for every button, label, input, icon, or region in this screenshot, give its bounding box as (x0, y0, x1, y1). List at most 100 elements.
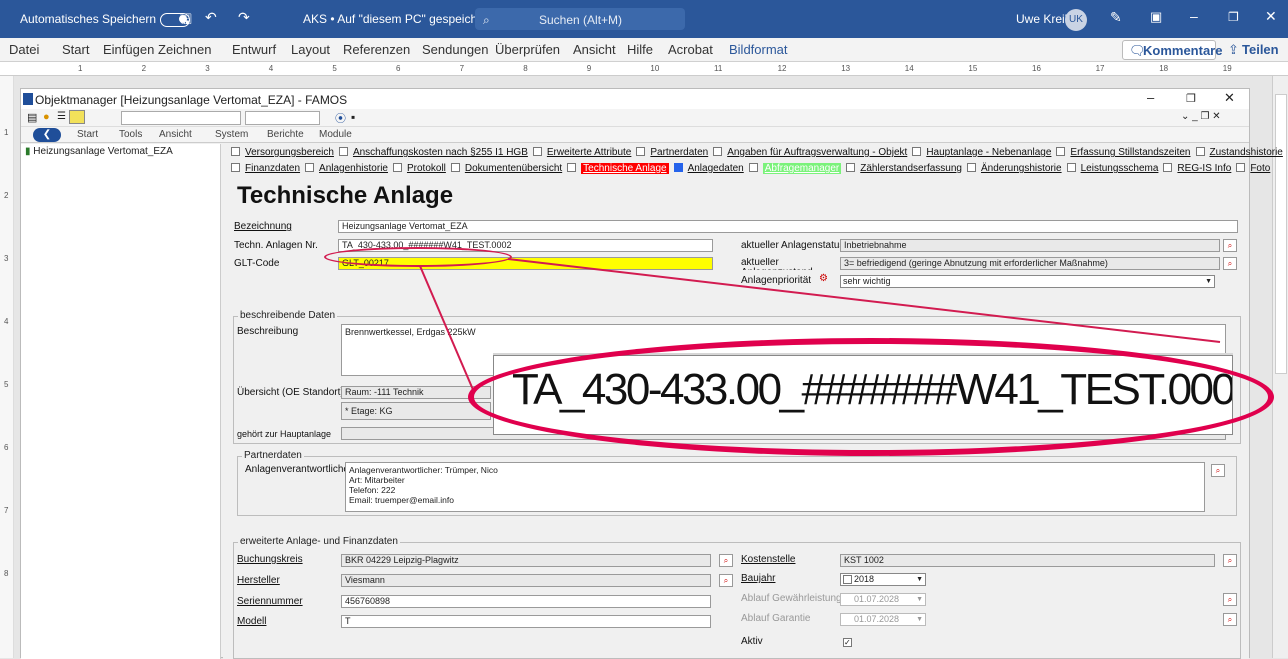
gewaehr-dropdown[interactable]: 01.07.2028 (840, 593, 926, 606)
tab-tabs_row1-4[interactable]: Angaben für Auftragsverwaltung - Objekt (713, 147, 907, 158)
famos-ribbon-tab-0[interactable]: Start (77, 129, 98, 140)
ribbon-display-icon[interactable]: ▣ (1150, 9, 1162, 25)
tab-tabs_row1-0[interactable]: Versorgungsbereich (231, 147, 334, 158)
tab-checkbox[interactable] (450, 163, 460, 172)
tab-tabs_row2-4[interactable]: Technische Anlage (567, 163, 669, 174)
tab-tabs_row2-7[interactable]: Zählerstandserfassung (846, 163, 962, 174)
tab-checkbox[interactable] (912, 147, 922, 156)
baujahr-dropdown[interactable]: 2018 (840, 573, 926, 586)
famos-save-icon[interactable]: ▪ (351, 110, 355, 124)
garantie-lookup-icon[interactable]: ⌕ (1223, 613, 1237, 626)
verantwortlicher-field[interactable]: Anlagenverantwortlicher: Trümper, Nico A… (345, 462, 1205, 512)
save-icon[interactable]: 🖫 (180, 9, 192, 33)
tab-tabs_row2-0[interactable]: Finanzdaten (231, 163, 300, 174)
menu-item-3[interactable]: Zeichnen (158, 42, 211, 57)
tab-tabs_row2-9[interactable]: Leistungsschema (1066, 163, 1158, 174)
menu-item-8[interactable]: Überprüfen (495, 42, 560, 57)
kostenstelle-field[interactable]: KST 1002 (840, 554, 1215, 567)
kostenstelle-lookup-icon[interactable]: ⌕ (1223, 554, 1237, 567)
tab-checkbox[interactable] (231, 163, 240, 172)
menu-item-1[interactable]: Start (62, 42, 89, 57)
tab-checkbox[interactable] (338, 147, 348, 156)
status-lookup-icon[interactable]: ⌕ (1223, 239, 1237, 252)
status-field[interactable]: Inbetriebnahme (840, 239, 1220, 252)
tab-tabs_row2-8[interactable]: Änderungshistorie (966, 163, 1062, 174)
famos-close-icon[interactable]: ✕ (1224, 90, 1235, 106)
hersteller-lookup-icon[interactable]: ⌕ (719, 574, 733, 587)
famos-ribbon-tab-4[interactable]: Berichte (267, 129, 304, 140)
tab-tabs_row2-6[interactable]: Abfragemanager (748, 163, 842, 174)
hersteller-field[interactable]: Viesmann (341, 574, 711, 587)
zustand-field[interactable]: 3= befriedigend (geringe Abnutzung mit e… (840, 257, 1220, 270)
user-name[interactable]: Uwe Kreil (1016, 12, 1067, 26)
search-box[interactable]: ⌕ Suchen (Alt+M) (475, 8, 685, 30)
tab-checkbox[interactable] (713, 147, 723, 156)
tab-checkbox[interactable] (1195, 147, 1205, 156)
famos-ribbon-tab-3[interactable]: System (215, 129, 248, 140)
tab-tabs_row1-5[interactable]: Hauptanlage - Nebenanlage (912, 147, 1051, 158)
garantie-dropdown[interactable]: 01.07.2028 (840, 613, 926, 626)
tab-checkbox[interactable] (305, 163, 315, 172)
menu-item-7[interactable]: Sendungen (422, 42, 489, 57)
famos-ribbon-tab-2[interactable]: Ansicht (159, 129, 192, 140)
tab-tabs_row1-3[interactable]: Partnerdaten (636, 147, 708, 158)
bezeichnung-field[interactable]: Heizungsanlage Vertomat_EZA (338, 220, 1238, 233)
tab-checkbox[interactable] (1066, 163, 1076, 172)
menu-item-2[interactable]: Einfügen (103, 42, 154, 57)
buchungskreis-field[interactable]: BKR 04229 Leipzig-Plagwitz (341, 554, 711, 567)
autosave-label[interactable]: Automatisches Speichern (20, 12, 191, 27)
tab-checkbox[interactable] (846, 163, 856, 172)
gewaehr-lookup-icon[interactable]: ⌕ (1223, 593, 1237, 606)
tab-checkbox[interactable] (1056, 147, 1066, 156)
tab-tabs_row2-2[interactable]: Protokoll (392, 163, 446, 174)
tab-checkbox[interactable] (567, 163, 577, 172)
famos-ribbon-tab-1[interactable]: Tools (119, 129, 142, 140)
menu-item-0[interactable]: Datei (9, 42, 39, 57)
back-icon[interactable]: ❮ (33, 128, 61, 142)
tab-tabs_row2-1[interactable]: Anlagenhistorie (305, 163, 388, 174)
tab-checkbox[interactable] (1163, 163, 1173, 172)
document-icon[interactable]: ▤ (27, 111, 37, 124)
tab-checkbox[interactable] (392, 163, 402, 172)
modell-field[interactable]: T (341, 615, 711, 628)
seriennummer-field[interactable]: 456760898 (341, 595, 711, 608)
menu-item-4[interactable]: Entwurf (232, 42, 276, 57)
buchungskreis-lookup-icon[interactable]: ⌕ (719, 554, 733, 567)
prioritaet-dropdown[interactable]: sehr wichtig (840, 275, 1215, 288)
toolbar-combo-2[interactable] (245, 111, 320, 125)
pen-icon[interactable]: ✎ (1110, 9, 1122, 26)
menu-item-10[interactable]: Hilfe (627, 42, 653, 57)
share-button[interactable]: ⇪ Teilen (1226, 40, 1284, 60)
close-icon[interactable]: ✕ (1265, 8, 1277, 25)
famos-minimize-icon[interactable]: – (1147, 90, 1154, 105)
partner-lookup-icon[interactable]: ⌕ (1211, 464, 1225, 477)
expand-icon[interactable]: ⌄ _ ❐ ✕ (1181, 111, 1221, 122)
tab-checkbox[interactable] (748, 163, 758, 172)
tab-tabs_row1-7[interactable]: Zustandshistorie (1195, 147, 1283, 158)
baujahr-checkbox[interactable] (843, 575, 852, 584)
menu-item-11[interactable]: Acrobat (668, 42, 713, 57)
famos-restore-icon[interactable]: ❐ (1186, 92, 1196, 105)
tab-tabs_row2-3[interactable]: Dokumentenübersicht (450, 163, 562, 174)
aktiv-checkbox[interactable]: ✓ (843, 638, 852, 647)
undo-icon[interactable]: ↶ (205, 9, 217, 26)
document-title[interactable]: AKS • Auf "diesem PC" gespeichert (303, 12, 491, 26)
toolbar-combo-1[interactable] (121, 111, 241, 125)
restore-icon[interactable]: ❐ (1228, 10, 1239, 24)
form-icon[interactable] (69, 110, 85, 124)
tab-tabs_row1-6[interactable]: Erfassung Stillstandszeiten (1056, 147, 1191, 158)
tab-tabs_row2-10[interactable]: REG-IS Info (1163, 163, 1231, 174)
list-icon[interactable]: ☰ (57, 111, 66, 122)
tab-checkbox[interactable] (532, 147, 542, 156)
tab-tabs_row2-11[interactable]: Foto (1236, 163, 1270, 174)
avatar[interactable]: UK (1065, 9, 1087, 31)
famos-ribbon-tab-5[interactable]: Module (319, 129, 352, 140)
scrollbar-thumb[interactable] (1275, 94, 1287, 374)
menu-item-9[interactable]: Ansicht (573, 42, 616, 57)
tab-checkbox[interactable] (673, 163, 683, 172)
menu-item-6[interactable]: Referenzen (343, 42, 410, 57)
menu-item-12[interactable]: Bildformat (729, 42, 788, 57)
tab-checkbox[interactable] (1236, 163, 1246, 172)
tab-checkbox[interactable] (231, 147, 240, 156)
redo-icon[interactable]: ↷ (238, 9, 250, 26)
